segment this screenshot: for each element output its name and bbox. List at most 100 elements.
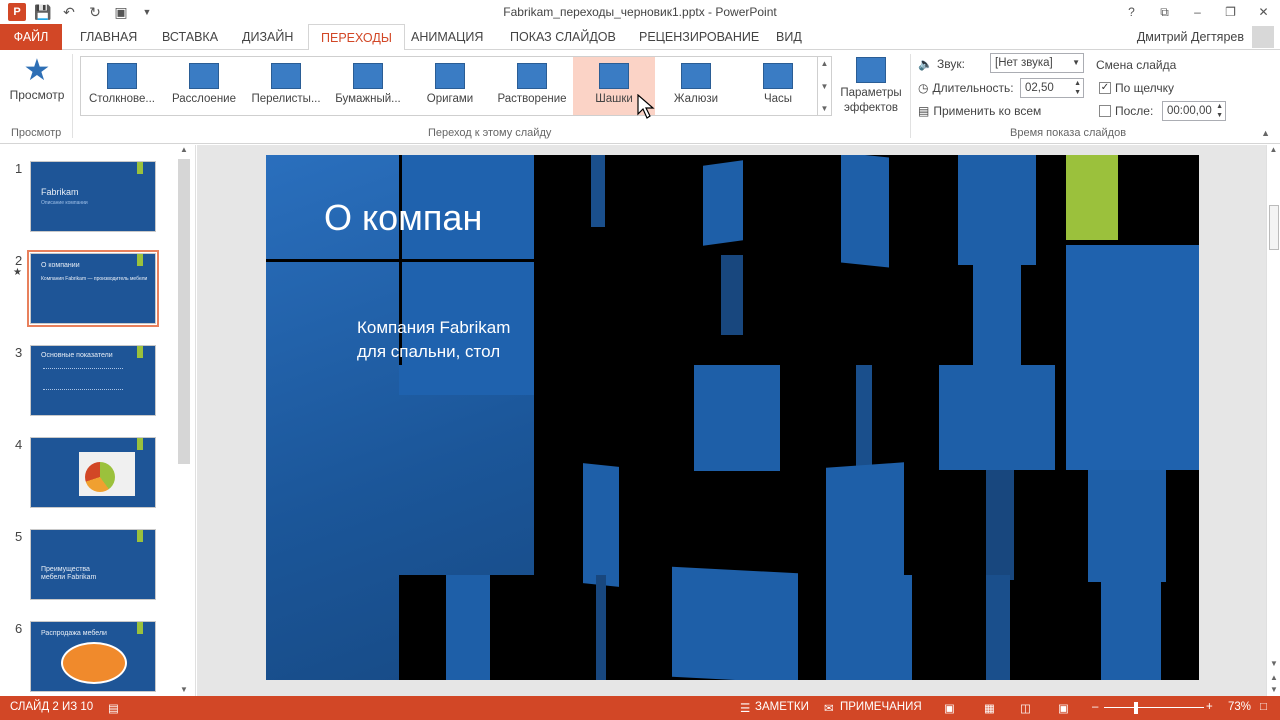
transition-peel[interactable]: Расслоение	[163, 57, 245, 115]
maximize-button[interactable]: ❐	[1214, 0, 1247, 24]
reading-view-icon[interactable]: ◫	[1020, 701, 1031, 715]
chevron-down-icon[interactable]: ▼	[821, 82, 829, 91]
slide-canvas[interactable]: О компан Компания Fabrikam для спальни, …	[266, 155, 1199, 680]
zoom-slider-thumb[interactable]	[1134, 702, 1138, 714]
chevron-up-icon[interactable]: ▲	[821, 59, 829, 68]
tab-home[interactable]: ГЛАВНАЯ	[68, 24, 149, 50]
dissolve-icon	[517, 63, 547, 89]
slide-thumbnail[interactable]: Распродажа мебели	[30, 621, 156, 692]
slide-sorter-icon[interactable]: ▦	[984, 701, 995, 715]
effect-options-button[interactable]: Параметры эффектов	[836, 54, 906, 124]
slide-thumbnail[interactable]: Преимущества мебели Fabrikam	[30, 529, 156, 600]
help-icon[interactable]: ?	[1115, 0, 1148, 24]
slide-thumb-3[interactable]: 3 Основные показатели	[0, 345, 178, 425]
transition-tile	[721, 255, 743, 335]
thumbnails-scrollbar[interactable]: ▲ ▼	[177, 145, 191, 696]
slide-thumb-6[interactable]: 6 Распродажа мебели	[0, 621, 178, 701]
chevron-up-icon[interactable]: ▲	[177, 145, 191, 154]
next-slide-icon[interactable]: ▼	[1267, 685, 1280, 694]
gallery-scroll[interactable]: ▲ ▼ ▼	[818, 56, 832, 116]
tab-transitions[interactable]: ПЕРЕХОДЫ	[308, 24, 405, 51]
after-stepper[interactable]: 00:00,00 ▲ ▼	[1162, 101, 1226, 121]
tab-view[interactable]: ВИД	[764, 24, 814, 50]
slide-editor: О компан Компания Fabrikam для спальни, …	[197, 145, 1266, 696]
transition-page-curl[interactable]: Перелисты...	[245, 57, 327, 115]
slide-body-line2: для спальни, стол	[357, 342, 501, 361]
slide-thumbnail[interactable]: Fabrikam Описание компании	[30, 161, 156, 232]
after-label: После:	[1115, 104, 1154, 118]
tab-animations[interactable]: АНИМАЦИЯ	[399, 24, 495, 50]
slide-thumb-4[interactable]: 4	[0, 437, 178, 517]
transition-label: Столкнове...	[88, 93, 156, 105]
slide-thumb-1[interactable]: 1 Fabrikam Описание компании	[0, 161, 178, 241]
minimize-button[interactable]: –	[1181, 0, 1214, 24]
transition-tile	[583, 463, 619, 587]
duration-stepper[interactable]: 02,50 ▲ ▼	[1020, 78, 1084, 98]
scrollbar-thumb[interactable]	[1269, 205, 1279, 250]
origami-icon	[435, 63, 465, 89]
chevron-up-icon[interactable]: ▲	[1267, 145, 1280, 154]
comments-button[interactable]: ПРИМЕЧАНИЯ	[840, 701, 922, 713]
avatar[interactable]	[1252, 26, 1274, 48]
tab-file[interactable]: ФАЙЛ	[0, 24, 62, 50]
airplane-icon	[353, 63, 383, 89]
slide-thumb-2[interactable]: 2 ★ О компании Компания Fabrikam — произ…	[0, 250, 178, 333]
transition-blinds[interactable]: Жалюзи	[655, 57, 737, 115]
gallery-expand-icon[interactable]: ▼	[821, 104, 829, 113]
zoom-out-button[interactable]: –	[1092, 701, 1098, 713]
clock-icon	[763, 63, 793, 89]
slide-thumb-5[interactable]: 5 Преимущества мебели Fabrikam	[0, 529, 178, 609]
scrollbar-thumb[interactable]	[178, 159, 190, 464]
bullet-lines	[43, 368, 123, 390]
zoom-level[interactable]: 73%	[1228, 701, 1251, 713]
slideshow-icon[interactable]: ▣	[1058, 701, 1069, 715]
user-name[interactable]: Дмитрий Дегтярев	[1137, 24, 1244, 50]
transition-dissolve[interactable]: Растворение	[491, 57, 573, 115]
chart-card	[79, 452, 135, 496]
after-row[interactable]: После:	[1099, 104, 1153, 118]
comments-icon[interactable]: ✉	[824, 701, 834, 715]
zoom-slider[interactable]	[1104, 707, 1204, 708]
zoom-in-button[interactable]: +	[1206, 701, 1213, 713]
editor-scrollbar[interactable]: ▲ ▼ ▲ ▼	[1266, 145, 1280, 696]
transition-airplane[interactable]: Бумажный...	[327, 57, 409, 115]
collapse-ribbon-icon[interactable]: ▲	[1261, 128, 1270, 138]
notes-icon[interactable]: ☰	[740, 701, 750, 715]
transition-origami[interactable]: Оригами	[409, 57, 491, 115]
accent-bar	[137, 162, 143, 174]
tab-insert[interactable]: ВСТАВКА	[150, 24, 230, 50]
sound-dropdown[interactable]: [Нет звука] ▼	[990, 53, 1084, 73]
ribbon-display-icon[interactable]: ⧉	[1148, 0, 1181, 24]
apply-all-button[interactable]: ▤ Применить ко всем	[918, 104, 1041, 118]
sound-row: 🔈 Звук:	[918, 57, 965, 71]
preview-button[interactable]: ★ Просмотр	[6, 54, 68, 124]
tab-design[interactable]: ДИЗАЙН	[230, 24, 305, 50]
after-checkbox[interactable]	[1099, 105, 1111, 117]
slide-number: 5	[15, 529, 23, 544]
group-divider	[910, 54, 911, 138]
slide-thumbnail[interactable]: О компании Компания Fabrikam — производи…	[27, 250, 159, 327]
transition-star-icon: ★	[13, 267, 22, 278]
prev-slide-icon[interactable]: ▲	[1267, 673, 1280, 682]
transition-tile	[672, 566, 798, 680]
on-click-checkbox[interactable]: ✓	[1099, 82, 1111, 94]
stepper-arrows-icon[interactable]: ▲ ▼	[1074, 79, 1081, 97]
slide-thumbnail[interactable]: Основные показатели	[30, 345, 156, 416]
tab-slideshow[interactable]: ПОКАЗ СЛАЙДОВ	[498, 24, 628, 50]
chevron-down-icon[interactable]: ▼	[1267, 659, 1280, 668]
blinds-icon	[681, 63, 711, 89]
on-click-row[interactable]: ✓ По щелчку	[1099, 81, 1174, 95]
transition-clock[interactable]: Часы	[737, 57, 819, 115]
spellcheck-icon[interactable]: ▤	[108, 701, 119, 715]
stepper-arrows-icon[interactable]: ▲ ▼	[1216, 102, 1223, 120]
notes-button[interactable]: ЗАМЕТКИ	[755, 701, 809, 713]
normal-view-icon[interactable]: ▣	[944, 701, 955, 715]
slide-thumbnail[interactable]	[30, 437, 156, 508]
chevron-down-icon[interactable]: ▼	[177, 685, 191, 694]
duration-value: 02,50	[1025, 82, 1054, 94]
title-bar: P 💾 ↶ ↻ ▣ ▼ Fabrikam_переходы_черновик1.…	[0, 0, 1280, 24]
transition-collision[interactable]: Столкнове...	[81, 57, 163, 115]
close-button[interactable]: ✕	[1247, 0, 1280, 24]
tab-review[interactable]: РЕЦЕНЗИРОВАНИЕ	[627, 24, 771, 50]
fit-slide-icon[interactable]: □	[1260, 701, 1267, 713]
